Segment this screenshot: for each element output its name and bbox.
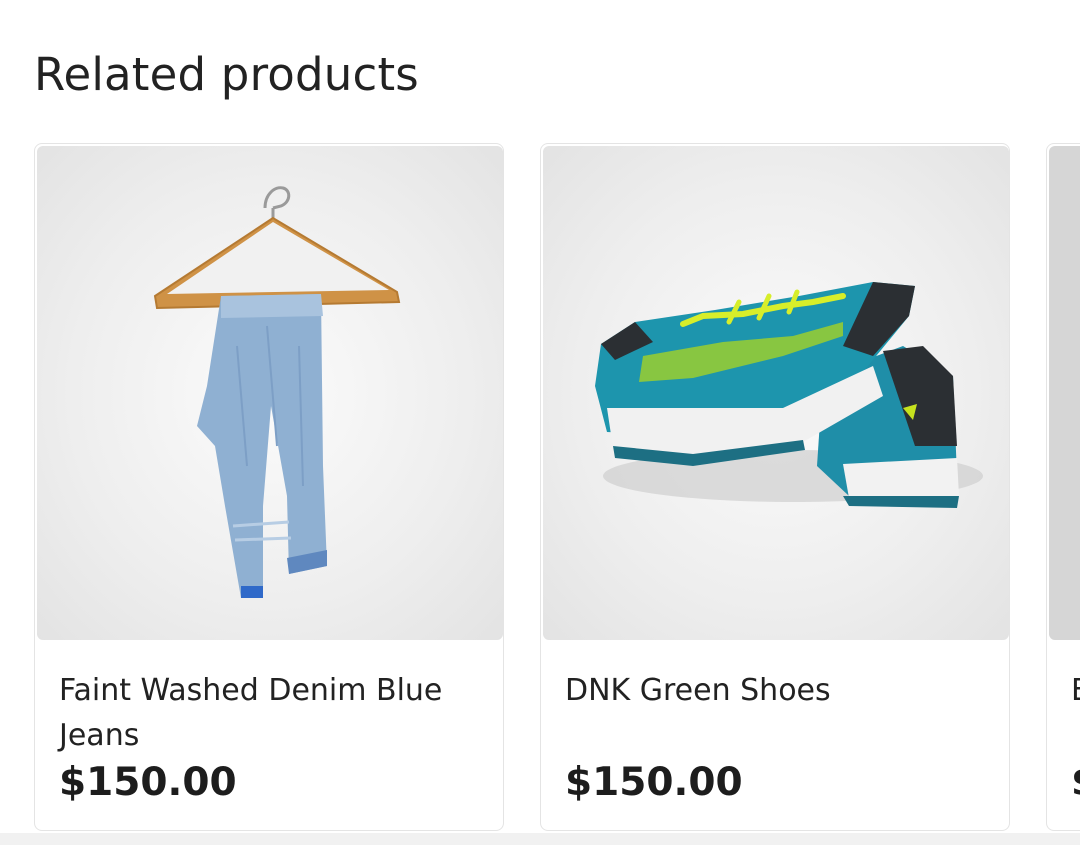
product-card[interactable]: DNK Green Shoes $150.00 (540, 143, 1010, 831)
product-name[interactable]: E (1071, 668, 1080, 713)
product-image[interactable] (1049, 146, 1080, 640)
product-name[interactable]: Faint Washed Denim Blue Jeans (59, 668, 479, 758)
related-products-section: Related products Faint Washed Denim Blue… (0, 0, 1080, 845)
product-price: $150.00 (565, 760, 743, 805)
bottom-divider (0, 833, 1080, 845)
product-card[interactable]: E $ (1046, 143, 1080, 831)
jeans-on-hanger-icon (153, 186, 401, 598)
green-sneakers-icon (595, 282, 983, 508)
section-title: Related products (34, 48, 419, 101)
product-name[interactable]: DNK Green Shoes (565, 668, 985, 713)
product-carousel[interactable]: Faint Washed Denim Blue Jeans $150.00 DN… (34, 143, 1080, 835)
product-image[interactable] (543, 146, 1009, 640)
product-card[interactable]: Faint Washed Denim Blue Jeans $150.00 (34, 143, 504, 831)
product-price: $150.00 (59, 760, 237, 805)
product-price: $ (1071, 760, 1080, 805)
product-image[interactable] (37, 146, 503, 640)
